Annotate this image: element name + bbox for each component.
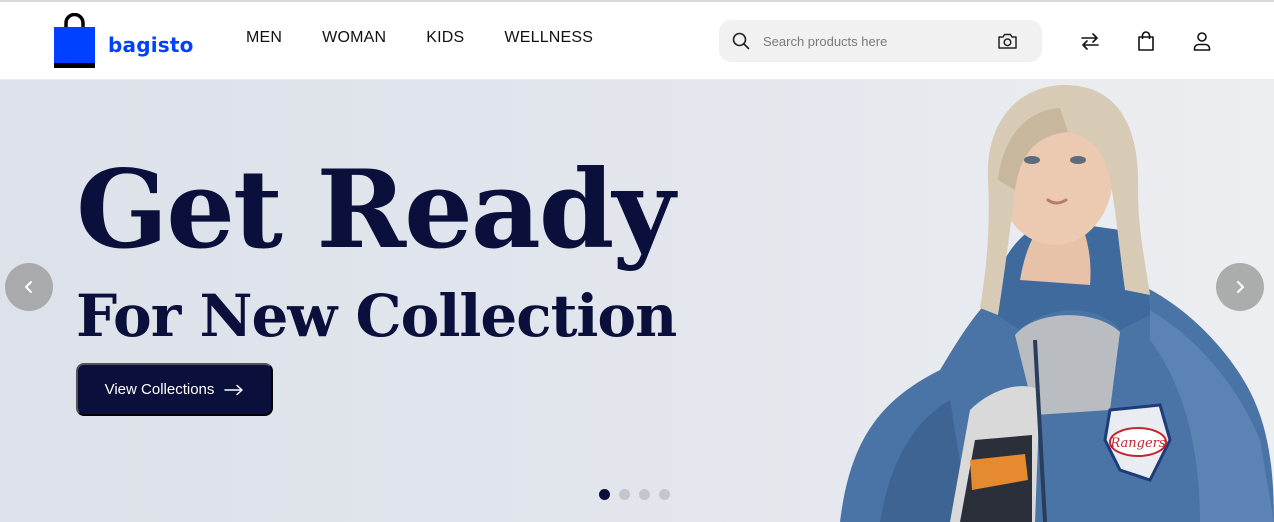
cart-icon[interactable] <box>1135 30 1157 52</box>
model-photo: Rangers <box>840 85 1274 522</box>
chevron-right-icon <box>1237 281 1244 293</box>
brand-logo[interactable]: bagisto <box>54 13 194 71</box>
nav-item-men[interactable]: MEN <box>246 29 282 47</box>
search-input[interactable] <box>763 30 983 52</box>
slider-pagination <box>599 489 670 500</box>
main-nav: MEN WOMAN KIDS WELLNESS <box>246 29 593 47</box>
nav-item-kids[interactable]: KIDS <box>426 29 464 47</box>
svg-text:Rangers: Rangers <box>1109 436 1165 451</box>
hero-headline: Get Ready <box>76 147 675 273</box>
slide-dot-1[interactable] <box>599 489 610 500</box>
slide-dot-4[interactable] <box>659 489 670 500</box>
nav-item-wellness[interactable]: WELLNESS <box>504 29 593 47</box>
view-collections-label: View Collections <box>104 381 215 398</box>
site-header: bagisto MEN WOMAN KIDS WELLNESS <box>0 2 1274 80</box>
nav-item-woman[interactable]: WOMAN <box>322 29 386 47</box>
hero-subheadline: For New Collection <box>76 282 677 350</box>
brand-name: bagisto <box>108 33 194 57</box>
slide-dot-2[interactable] <box>619 489 630 500</box>
compare-icon[interactable] <box>1079 30 1101 52</box>
camera-icon[interactable] <box>997 31 1018 51</box>
arrow-right-icon <box>224 384 244 395</box>
search-icon[interactable] <box>732 32 750 50</box>
search-bar <box>719 20 1042 62</box>
shopping-bag-logo-icon <box>54 13 95 68</box>
hero-banner: Rangers Get Ready For New Collection Vie… <box>0 80 1274 522</box>
user-icon[interactable] <box>1191 30 1213 52</box>
slide-dot-3[interactable] <box>639 489 650 500</box>
slider-next-button[interactable] <box>1216 263 1264 311</box>
view-collections-button[interactable]: View Collections <box>76 363 273 416</box>
slider-prev-button[interactable] <box>5 263 53 311</box>
chevron-left-icon <box>25 281 32 293</box>
